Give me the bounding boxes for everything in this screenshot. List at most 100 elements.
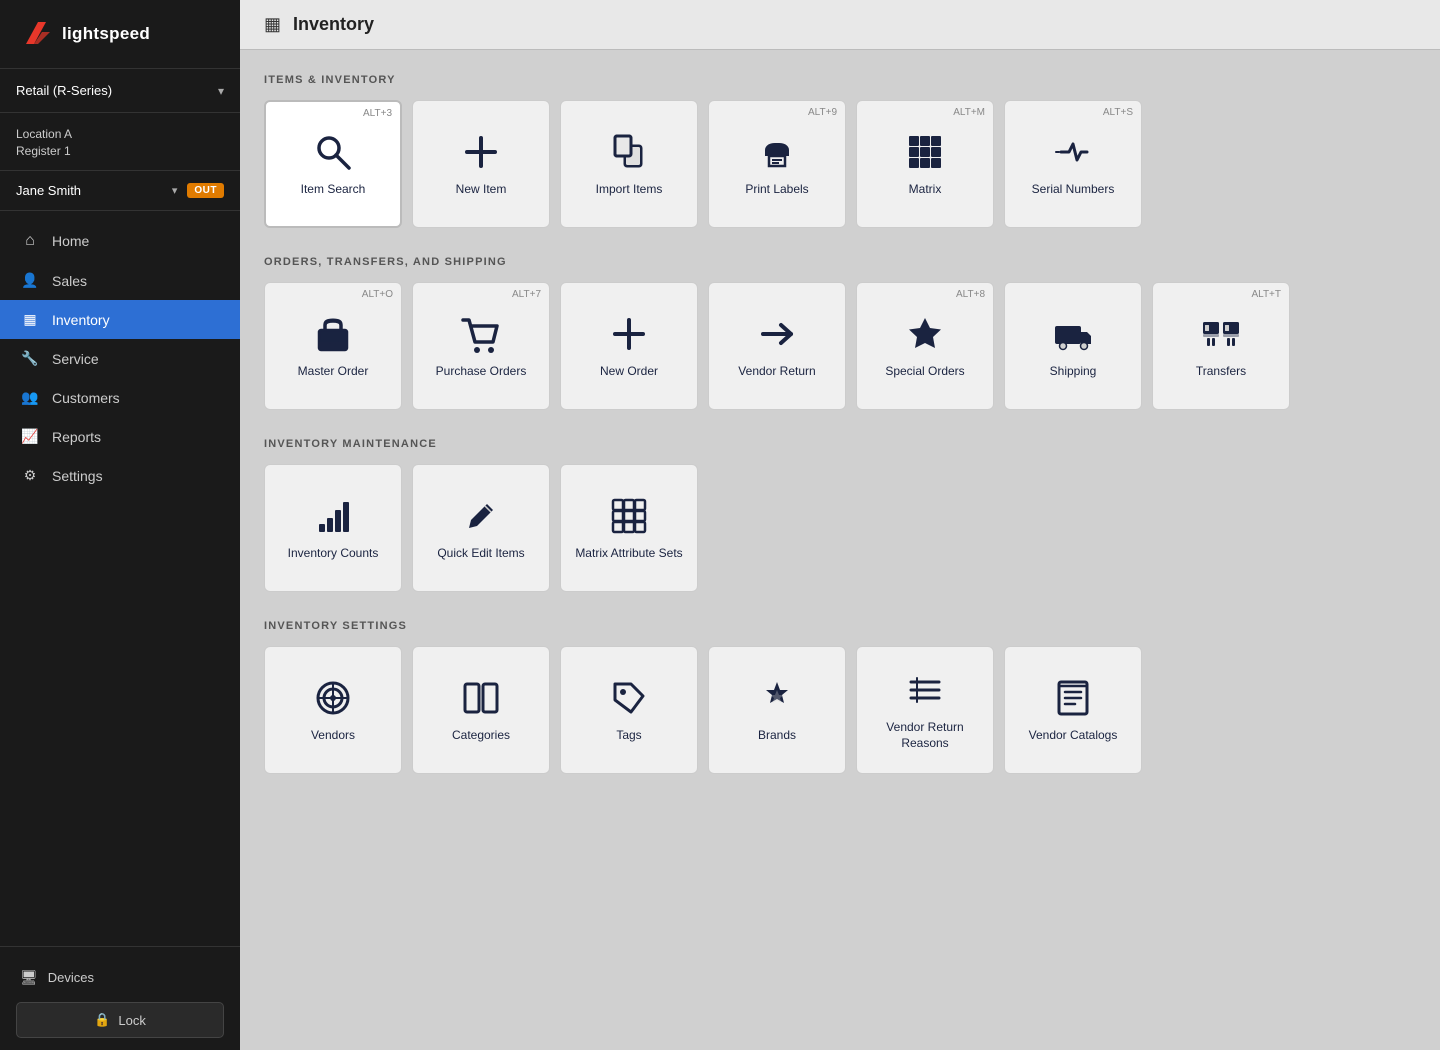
shortcut-special-orders: ALT+8 [956, 289, 985, 300]
chevron-down-icon: ▾ [218, 84, 224, 98]
tile-vendor-catalogs[interactable]: Vendor Catalogs [1004, 646, 1142, 774]
sidebar-item-sales[interactable]: 👤 Sales [0, 261, 240, 300]
content-area: ITEMS & INVENTORY ALT+3 Item Search [240, 50, 1440, 1050]
shortcut-transfers: ALT+T [1251, 289, 1281, 300]
tile-new-item[interactable]: New Item [412, 100, 550, 228]
purchase-orders-icon [459, 312, 503, 356]
page-header: ▦ Inventory [240, 0, 1440, 50]
shortcut-serial-numbers: ALT+S [1103, 107, 1133, 118]
sidebar-item-service[interactable]: 🔧 Service [0, 339, 240, 378]
tile-brands[interactable]: Brands [708, 646, 846, 774]
tile-shipping[interactable]: Shipping [1004, 282, 1142, 410]
categories-icon [459, 676, 503, 720]
tile-purchase-orders[interactable]: ALT+7 Purchase Orders [412, 282, 550, 410]
section-title-maintenance: INVENTORY MAINTENANCE [264, 438, 1416, 450]
nav-label-sales: Sales [52, 273, 87, 289]
sidebar-bottom: 🖥 Devices 🔒 Lock [0, 946, 240, 1050]
tile-new-order[interactable]: New Order [560, 282, 698, 410]
new-order-icon [607, 312, 651, 356]
store-name: Retail (R-Series) [16, 83, 112, 98]
matrix-attribute-sets-icon [607, 494, 651, 538]
tile-serial-numbers[interactable]: ALT+S Serial Numbers [1004, 100, 1142, 228]
tile-label-vendors: Vendors [311, 728, 355, 744]
nav-label-home: Home [52, 233, 89, 249]
tile-vendor-return-reasons[interactable]: Vendor Return Reasons [856, 646, 994, 774]
location-info: Location A Register 1 [0, 113, 240, 171]
serial-numbers-icon [1051, 130, 1095, 174]
tile-label-special-orders: Special Orders [885, 364, 964, 380]
tile-vendor-return[interactable]: Vendor Return [708, 282, 846, 410]
tile-master-order[interactable]: ALT+O Master Order [264, 282, 402, 410]
sidebar-item-settings[interactable]: ⚙ Settings [0, 456, 240, 495]
section-title-settings: INVENTORY SETTINGS [264, 620, 1416, 632]
shipping-icon [1051, 312, 1095, 356]
nav-label-service: Service [52, 351, 99, 367]
tile-label-new-order: New Order [600, 364, 658, 380]
user-name: Jane Smith [16, 183, 162, 198]
tile-matrix-attribute-sets[interactable]: Matrix Attribute Sets [560, 464, 698, 592]
tile-label-matrix-attribute-sets: Matrix Attribute Sets [575, 546, 682, 562]
logo-text: lightspeed [62, 24, 150, 44]
tile-label-shipping: Shipping [1050, 364, 1097, 380]
reports-icon: 📈 [20, 428, 40, 445]
vendors-icon [311, 676, 355, 720]
vendor-return-icon [755, 312, 799, 356]
register-name: Register 1 [16, 144, 224, 158]
quick-edit-items-icon [459, 494, 503, 538]
tile-label-brands: Brands [758, 728, 796, 744]
lightspeed-logo-icon [20, 18, 52, 50]
nav-label-inventory: Inventory [52, 312, 110, 328]
tile-tags[interactable]: Tags [560, 646, 698, 774]
settings-icon: ⚙ [20, 467, 40, 484]
sidebar-item-inventory[interactable]: ▦ Inventory [0, 300, 240, 339]
tile-matrix[interactable]: ALT+M Matrix [856, 100, 994, 228]
shortcut-purchase-orders: ALT+7 [512, 289, 541, 300]
transfers-icon [1199, 312, 1243, 356]
vendor-return-reasons-icon [903, 668, 947, 712]
lock-icon: 🔒 [94, 1012, 110, 1028]
section-items-inventory: ITEMS & INVENTORY ALT+3 Item Search [264, 74, 1416, 228]
tile-categories[interactable]: Categories [412, 646, 550, 774]
chevron-down-icon: ▾ [172, 184, 178, 197]
tile-label-import-items: Import Items [596, 182, 663, 198]
section-orders: ORDERS, TRANSFERS, AND SHIPPING ALT+O Ma… [264, 256, 1416, 410]
sales-icon: 👤 [20, 272, 40, 289]
user-info: Jane Smith ▾ OUT [0, 171, 240, 211]
page-header-icon: ▦ [264, 14, 281, 35]
tile-label-vendor-return: Vendor Return [738, 364, 815, 380]
section-inventory-settings: INVENTORY SETTINGS Vendors [264, 620, 1416, 774]
nav-label-reports: Reports [52, 429, 101, 445]
user-status-badge: OUT [187, 183, 224, 198]
service-icon: 🔧 [20, 350, 40, 367]
shortcut-print-labels: ALT+9 [808, 107, 837, 118]
nav-label-customers: Customers [52, 390, 120, 406]
import-items-icon [607, 130, 651, 174]
tile-label-vendor-return-reasons: Vendor Return Reasons [867, 720, 983, 751]
tile-quick-edit-items[interactable]: Quick Edit Items [412, 464, 550, 592]
sidebar: lightspeed Retail (R-Series) ▾ Location … [0, 0, 240, 1050]
main-content: ▦ Inventory ITEMS & INVENTORY ALT+3 Item… [240, 0, 1440, 1050]
brands-icon [755, 676, 799, 720]
devices-icon: 🖥 [20, 969, 38, 986]
store-selector[interactable]: Retail (R-Series) ▾ [0, 69, 240, 113]
tile-transfers[interactable]: ALT+T Transfers [1152, 282, 1290, 410]
tile-import-items[interactable]: Import Items [560, 100, 698, 228]
tile-item-search[interactable]: ALT+3 Item Search [264, 100, 402, 228]
tile-label-quick-edit-items: Quick Edit Items [437, 546, 524, 562]
orders-tile-grid: ALT+O Master Order ALT+7 [264, 282, 1416, 410]
master-order-icon [311, 312, 355, 356]
tile-print-labels[interactable]: ALT+9 Print Labels [708, 100, 846, 228]
tile-vendors[interactable]: Vendors [264, 646, 402, 774]
sidebar-item-devices[interactable]: 🖥 Devices [16, 959, 224, 996]
tags-icon [607, 676, 651, 720]
tile-label-serial-numbers: Serial Numbers [1032, 182, 1115, 198]
sidebar-item-reports[interactable]: 📈 Reports [0, 417, 240, 456]
sidebar-item-customers[interactable]: 👥 Customers [0, 378, 240, 417]
sidebar-item-home[interactable]: ⌂ Home [0, 221, 240, 261]
lock-button[interactable]: 🔒 Lock [16, 1002, 224, 1038]
tile-special-orders[interactable]: ALT+8 Special Orders [856, 282, 994, 410]
tile-inventory-counts[interactable]: Inventory Counts [264, 464, 402, 592]
inventory-counts-icon [311, 494, 355, 538]
location-name: Location A [16, 125, 224, 144]
tile-label-print-labels: Print Labels [745, 182, 808, 198]
